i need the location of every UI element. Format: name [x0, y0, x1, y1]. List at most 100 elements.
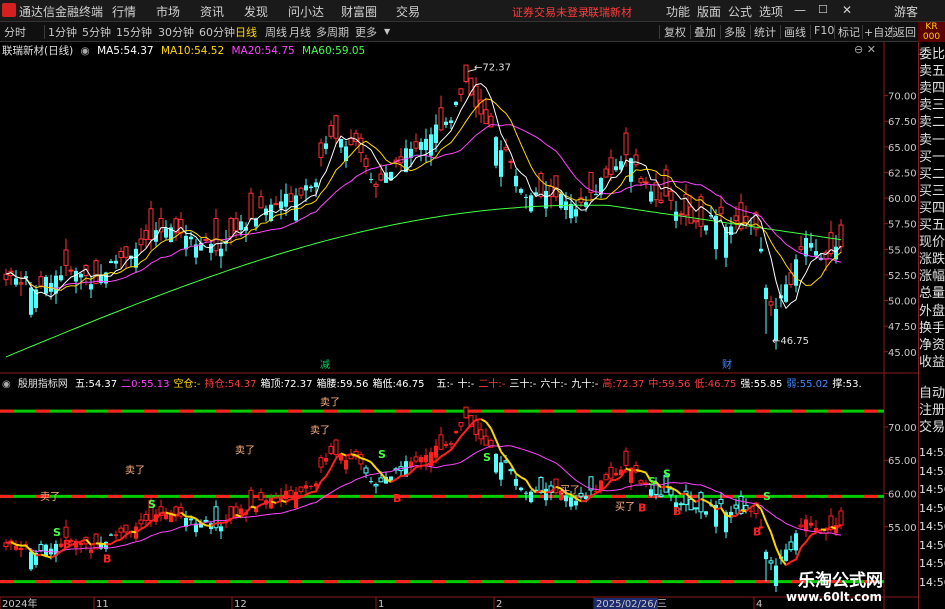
menu-bar: 通达信金融终端 行情 市场 资讯 发现 问小达 财富圈 交易 证券交易未登录 联…	[0, 0, 945, 22]
f10-button[interactable]: F10	[814, 24, 834, 37]
quote-field-17: 净资	[919, 337, 945, 353]
indicator-ma5-seg	[395, 475, 402, 481]
period-tab-weekly[interactable]: 周线	[265, 24, 287, 40]
main-candle	[643, 176, 649, 189]
back-button[interactable]: 返回	[894, 24, 916, 40]
watermark: 乐淘公式网 www.60lt.com	[784, 564, 918, 609]
menu-item-trade[interactable]: 交易	[396, 3, 420, 20]
period-tab-60min[interactable]: 60分钟	[199, 24, 235, 40]
close-button[interactable]: ✕	[842, 3, 852, 17]
period-tab-timeshare[interactable]: 分时	[4, 24, 26, 40]
add-favorite-button[interactable]: +自选	[864, 24, 895, 40]
indicator-ma5-seg	[775, 547, 782, 559]
main-candle	[373, 181, 379, 198]
indicator-ma5-seg	[280, 499, 287, 503]
indicator-candle	[178, 502, 184, 520]
sell-signal-label: 卖了	[320, 397, 340, 409]
indicator-ma5-seg	[595, 489, 602, 495]
indicator-ma5-seg	[410, 466, 417, 474]
quote-field-3: 卖三	[919, 98, 945, 114]
indicator-ma5-seg	[320, 475, 327, 483]
indicator-ma5-seg	[145, 520, 152, 528]
tick-time-1: 14:55	[919, 464, 945, 478]
menu-item-wealth[interactable]: 财富圈	[341, 3, 377, 20]
x-axis-label: 11	[96, 599, 109, 609]
menu-item-news[interactable]: 资讯	[200, 3, 224, 20]
event-marker-1[interactable]: 财	[722, 358, 732, 371]
quote-field-4: 卖二	[919, 115, 945, 131]
panel-action-0[interactable]: 自动	[919, 385, 945, 402]
menu-item-options[interactable]: 选项	[759, 3, 783, 20]
s-signal: S	[378, 448, 386, 461]
main-candle	[29, 282, 33, 318]
indicator-ma5-seg	[660, 485, 667, 489]
guest-label[interactable]: 游客	[894, 3, 918, 20]
main-y-tick: 67.50	[888, 117, 917, 128]
adjust-button[interactable]: 复权	[664, 24, 686, 40]
sell-signal-label: 卖了	[125, 465, 145, 477]
main-y-tick: 70.00	[888, 92, 917, 103]
login-notice[interactable]: 证券交易未登录	[512, 4, 589, 20]
overlay-button[interactable]: 叠加	[694, 24, 716, 40]
period-tab-15min[interactable]: 15分钟	[116, 24, 152, 40]
kline-chart[interactable]: ←72.37←46.75减财 卖了卖了卖了卖了卖了买了买了BBBB BBSSS SS…	[0, 42, 918, 609]
tick-time-6: 14:56	[919, 557, 945, 570]
menu-item-layout[interactable]: 版面	[697, 3, 721, 20]
quote-field-1: 卖五	[919, 64, 945, 80]
main-candle	[164, 220, 168, 240]
period-tab-1min[interactable]: 1分钟	[48, 24, 77, 40]
main-candle	[764, 284, 768, 334]
indicator-candle	[774, 558, 778, 592]
main-candle	[499, 140, 503, 187]
indicator-candle	[248, 486, 254, 508]
menu-item-function[interactable]: 功能	[666, 3, 690, 20]
indicator-candle	[54, 540, 58, 563]
period-tab-multi[interactable]: 多周期	[316, 24, 349, 40]
indicator-ma5-seg	[480, 418, 487, 423]
main-candle	[123, 245, 129, 269]
menu-item-formula[interactable]: 公式	[728, 3, 752, 20]
main-candle	[468, 77, 474, 97]
indicator-ma5-seg	[265, 500, 272, 504]
indicator-candle	[478, 422, 484, 445]
indicator-ma5-seg	[805, 534, 812, 543]
menu-item-quotes[interactable]: 行情	[112, 3, 136, 20]
main-candle	[519, 187, 523, 196]
maximize-button[interactable]: ☐	[818, 3, 828, 16]
period-tab-30min[interactable]: 30分钟	[158, 24, 194, 40]
period-tab-more[interactable]: 更多	[355, 24, 377, 40]
event-marker-0[interactable]: 减	[320, 359, 330, 371]
low-price-label: ←46.75	[772, 336, 809, 347]
main-candle	[714, 209, 718, 260]
draw-line-button[interactable]: 画线	[784, 24, 806, 40]
menu-item-market[interactable]: 市场	[156, 3, 180, 20]
chevron-down-icon[interactable]: ▼	[384, 27, 390, 36]
indicator-candle	[164, 507, 168, 521]
menu-item-ask[interactable]: 问小达	[288, 3, 324, 20]
main-candle	[458, 87, 464, 102]
indicator-candle	[798, 518, 804, 529]
multi-stock-button[interactable]: 多股	[724, 24, 746, 40]
indicator-ma5-seg	[375, 467, 382, 475]
indicator-candle	[529, 489, 533, 504]
panel-action-2[interactable]: 交易	[919, 419, 945, 436]
indicator-candle	[693, 507, 699, 514]
main-candle	[733, 205, 739, 230]
mark-button[interactable]: 标记	[838, 24, 860, 40]
main-candle	[248, 187, 254, 221]
panel-action-1[interactable]: 注册	[919, 402, 945, 419]
minimize-button[interactable]: —	[794, 3, 806, 17]
indicator-ma5-seg	[250, 505, 257, 509]
main-y-tick: 55.00	[888, 245, 917, 256]
indicator-ma5-seg	[810, 531, 817, 536]
period-toolbar: 分时 1分钟 5分钟 15分钟 30分钟 60分钟 日线 周线 月线 多周期 更…	[0, 22, 945, 42]
main-candle	[413, 133, 419, 152]
period-tab-5min[interactable]: 5分钟	[82, 24, 111, 40]
statistics-button[interactable]: 统计	[754, 24, 776, 40]
period-tab-monthly[interactable]: 月线	[289, 24, 311, 40]
period-tab-daily[interactable]: 日线	[235, 24, 257, 40]
menu-item-discover[interactable]: 发现	[244, 3, 268, 20]
indicator-candle	[158, 499, 164, 522]
main-candle	[724, 223, 728, 267]
indicator-candle	[138, 512, 144, 530]
